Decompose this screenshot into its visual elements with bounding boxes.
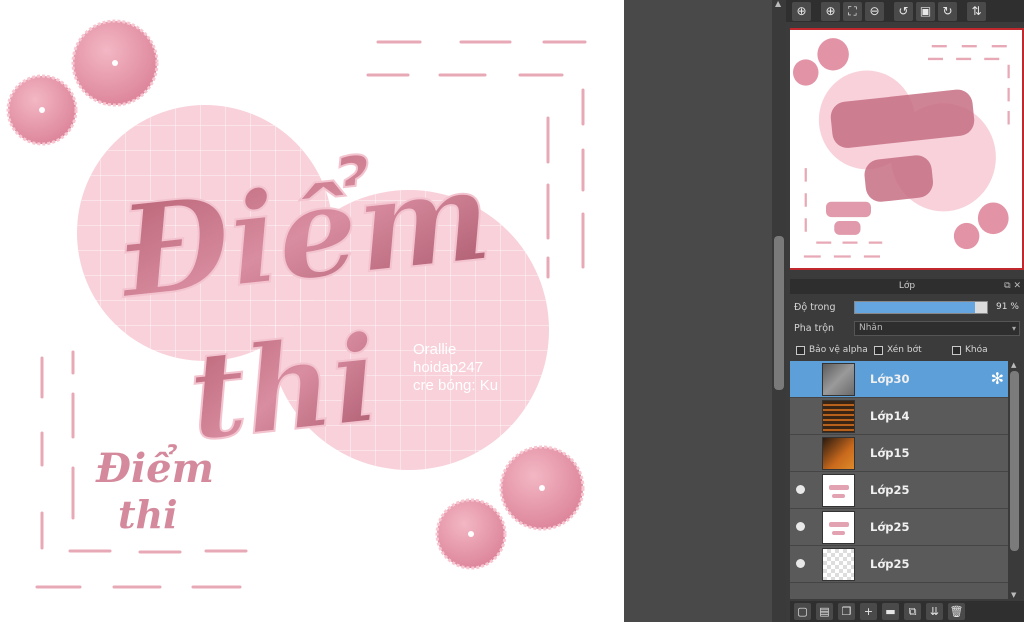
checkbox-icon xyxy=(874,345,883,355)
layer-thumbnail xyxy=(822,400,855,433)
new-layer-icon[interactable]: ▢ xyxy=(794,603,811,620)
layer-name: Lớp14 xyxy=(870,409,910,423)
layers-panel-header: Lớp ⧉ ✕ xyxy=(790,279,1024,294)
layer-thumbnail xyxy=(822,548,855,581)
navigator-toolbar: ⊕ ⊕ ⛶ ⊖ ↺ ▣ ↻ ⇅ xyxy=(786,0,1024,22)
small-title-line2: thi xyxy=(118,492,178,537)
visibility-icon[interactable] xyxy=(796,559,805,568)
lettering-preview-icon xyxy=(832,494,845,498)
checkbox-icon xyxy=(952,345,961,355)
layer-toolbar: ▢ ▤ ❐ + ▬ ⧉ ⇊ 🗑 xyxy=(790,601,1024,622)
rotate-left-icon[interactable]: ↺ xyxy=(894,1,913,21)
scroll-up-icon[interactable]: ▲ xyxy=(775,0,783,8)
opacity-label: Độ trong xyxy=(794,301,836,313)
opacity-value: 91 % xyxy=(996,302,1019,312)
layer-row[interactable]: Lớp14 xyxy=(790,398,1008,435)
zoom-in-icon[interactable]: ⊕ xyxy=(821,1,840,21)
folder-icon[interactable]: ▬ xyxy=(882,603,899,620)
drawing-canvas[interactable]: Điểm thi Điểm thi Orallie hoidap247 cre … xyxy=(0,0,624,622)
visibility-icon[interactable] xyxy=(796,522,805,531)
credit-line-3: cre bóng: Ku xyxy=(413,377,498,394)
layer-name: Lớp25 xyxy=(870,483,910,497)
layer-row[interactable]: Lớp25 xyxy=(790,546,1008,583)
scroll-down-icon[interactable]: ▼ xyxy=(1011,591,1016,599)
paint-app: Điểm thi Điểm thi Orallie hoidap247 cre … xyxy=(0,0,1024,622)
checkbox-icon xyxy=(796,345,805,355)
clipping-checkbox[interactable]: Xén bớt xyxy=(874,343,952,357)
artwork: Điểm thi Điểm thi Orallie hoidap247 cre … xyxy=(6,19,587,589)
opacity-slider[interactable] xyxy=(854,300,988,314)
small-title-line1: Điểm xyxy=(95,445,214,492)
visibility-icon[interactable] xyxy=(796,374,805,383)
layers-panel-title: Lớp xyxy=(898,281,916,291)
layer-name: Lớp30 xyxy=(870,372,910,386)
layer-name: Lớp15 xyxy=(870,446,910,460)
chevron-down-icon: ▾ xyxy=(1011,323,1016,333)
lettering-preview-icon xyxy=(829,485,849,490)
side-panel: ⊕ ⊕ ⛶ ⊖ ↺ ▣ ↻ ⇅ Lớp ⧉ ✕ Độ trong 91 % Ph… xyxy=(786,0,1024,622)
panel-controls[interactable]: ⧉ ✕ xyxy=(1004,279,1021,294)
lettering-preview-icon xyxy=(832,531,845,535)
new-layer-alt-icon[interactable]: ▤ xyxy=(816,603,833,620)
visibility-icon[interactable] xyxy=(796,411,805,420)
gear-icon[interactable]: ✻ xyxy=(991,370,1004,388)
canvas-scrollbar[interactable]: ▲ xyxy=(772,0,786,622)
opacity-slider-fill xyxy=(855,301,976,313)
layer-thumbnail xyxy=(822,511,855,544)
blend-label: Pha trộn xyxy=(794,322,835,334)
blend-row: Pha trộn Nhân ▾ xyxy=(794,320,1020,336)
layer-name: Lớp25 xyxy=(870,557,910,571)
layer-row[interactable]: Lớp30 ✻ xyxy=(790,361,1008,398)
duplicate-layer-icon[interactable]: ❐ xyxy=(838,603,855,620)
copy-icon[interactable]: ⧉ xyxy=(904,603,921,620)
blend-mode-value: Nhân xyxy=(859,322,883,333)
lock-label: Khóa xyxy=(965,345,988,355)
layer-thumbnail xyxy=(822,437,855,470)
opacity-row: Độ trong 91 % xyxy=(794,299,1020,315)
protect-alpha-label: Bảo vệ alpha xyxy=(809,345,868,355)
zoom-fit-icon[interactable]: ⊕ xyxy=(792,1,811,21)
scroll-up-icon[interactable]: ▲ xyxy=(1011,361,1016,369)
actual-size-icon[interactable]: ⛶ xyxy=(843,1,862,21)
scrollbar-thumb[interactable] xyxy=(774,236,784,390)
navigator-thumbnail xyxy=(793,38,1010,258)
clipping-label: Xén bớt xyxy=(887,345,922,355)
lettering-preview-icon xyxy=(829,522,849,527)
navigator-preview[interactable] xyxy=(790,28,1024,270)
blend-mode-select[interactable]: Nhân ▾ xyxy=(854,320,1020,336)
layer-list-scrollbar[interactable]: ▲ ▼ xyxy=(1008,361,1022,599)
layer-thumbnail xyxy=(822,474,855,507)
rotate-right-icon[interactable]: ↻ xyxy=(938,1,957,21)
merge-icon[interactable]: ⇊ xyxy=(926,603,943,620)
layer-list[interactable]: Lớp30 ✻ Lớp14 Lớp15 Lớp25 Lớp25 Lớp25 xyxy=(790,361,1008,599)
layer-row[interactable]: Lớp25 xyxy=(790,472,1008,509)
layer-options: Bảo vệ alpha Xén bớt Khóa xyxy=(796,343,1022,357)
scrollbar-thumb[interactable] xyxy=(1010,371,1019,551)
layer-name: Lớp25 xyxy=(870,520,910,534)
delete-icon[interactable]: 🗑 xyxy=(948,603,965,620)
flip-icon[interactable]: ⇅ xyxy=(967,1,986,21)
lock-checkbox[interactable]: Khóa xyxy=(952,343,988,357)
visibility-icon[interactable] xyxy=(796,448,805,457)
layer-row[interactable]: Lớp15 xyxy=(790,435,1008,472)
add-icon[interactable]: + xyxy=(860,603,877,620)
protect-alpha-checkbox[interactable]: Bảo vệ alpha xyxy=(796,343,874,357)
layer-thumbnail xyxy=(822,363,855,396)
layer-row[interactable]: Lớp25 xyxy=(790,509,1008,546)
credit-line-2: hoidap247 xyxy=(413,359,483,376)
visibility-icon[interactable] xyxy=(796,485,805,494)
zoom-out-icon[interactable]: ⊖ xyxy=(865,1,884,21)
fit-window-icon[interactable]: ▣ xyxy=(916,1,935,21)
workspace-background xyxy=(624,0,772,622)
credit-line-1: Orallie xyxy=(413,341,456,358)
